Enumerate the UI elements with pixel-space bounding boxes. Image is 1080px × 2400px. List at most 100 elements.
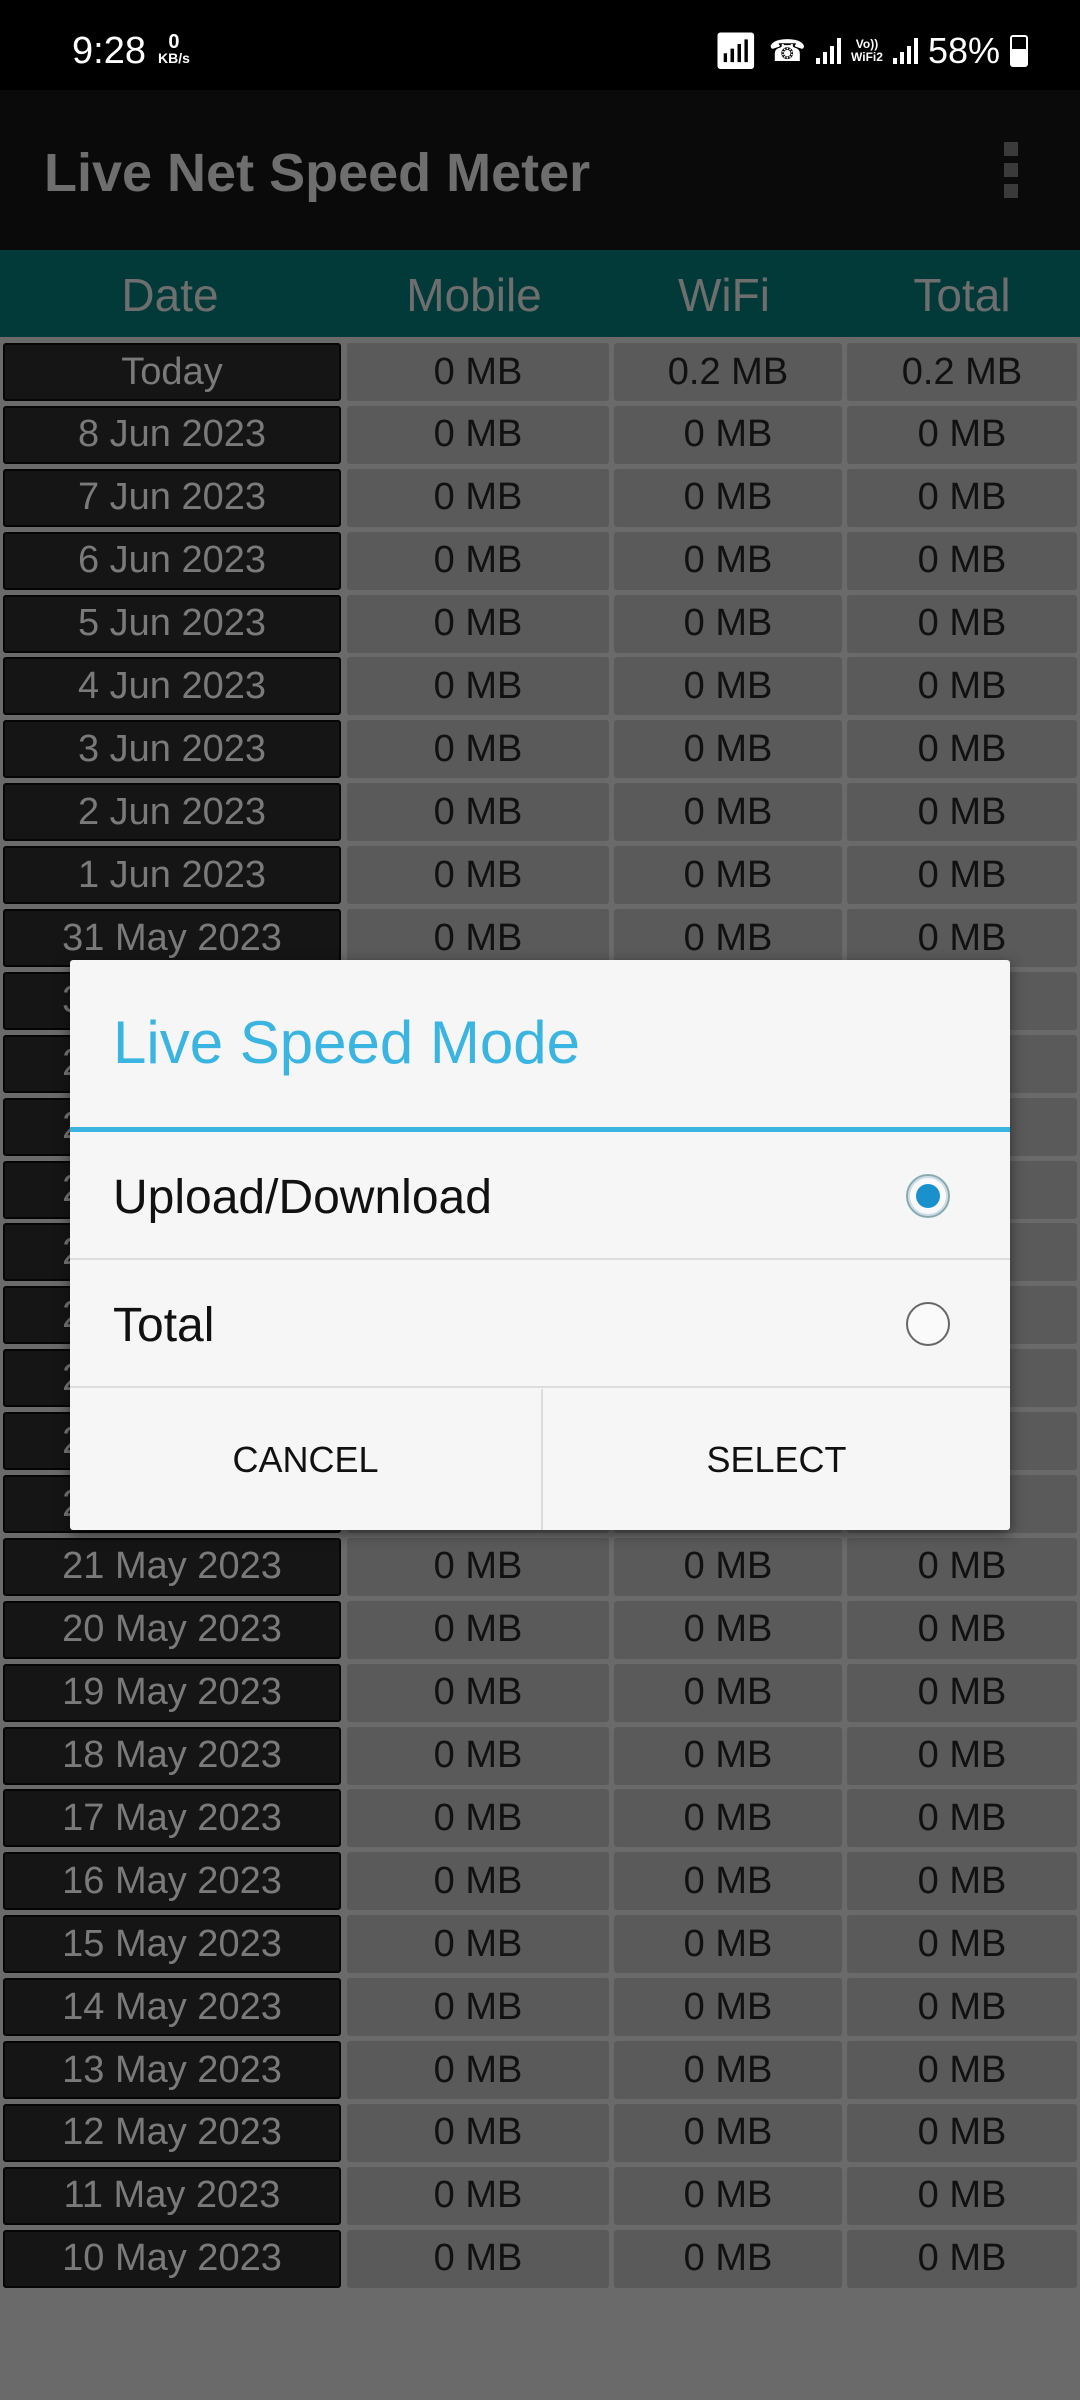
wifi-cell: 0 MB	[614, 2166, 842, 2225]
date-cell[interactable]: 4 Jun 2023	[3, 657, 341, 716]
table-row: 19 May 2023 0 MB 0 MB 0 MB	[0, 1662, 1080, 1725]
date-cell[interactable]: 16 May 2023	[3, 1852, 341, 1911]
app-bar: Live Net Speed Meter	[0, 90, 1080, 250]
wifi-cell: 0 MB	[614, 1915, 842, 1974]
wifi-cell: 0 MB	[614, 468, 842, 527]
live-speed-mode-dialog: Live Speed Mode Upload/Download Total CA…	[70, 960, 1010, 1530]
table-row: 20 May 2023 0 MB 0 MB 0 MB	[0, 1599, 1080, 1662]
signal-2-icon	[892, 38, 918, 64]
table-row: 12 May 2023 0 MB 0 MB 0 MB	[0, 2102, 1080, 2165]
radio-selected[interactable]	[906, 1174, 950, 1218]
battery-icon	[1010, 35, 1028, 67]
total-cell: 0 MB	[847, 405, 1077, 464]
wifi-cell: 0 MB	[614, 657, 842, 716]
date-cell[interactable]: 18 May 2023	[3, 1726, 341, 1785]
total-cell: 0 MB	[847, 2229, 1077, 2288]
wifi-cell: 0 MB	[614, 1663, 842, 1722]
mobile-cell: 0 MB	[347, 2229, 609, 2288]
mobile-cell: 0 MB	[347, 1978, 609, 2037]
table-row: 6 Jun 2023 0 MB 0 MB 0 MB	[0, 530, 1080, 593]
total-cell: 0 MB	[847, 657, 1077, 716]
total-cell: 0 MB	[847, 468, 1077, 527]
table-row: 16 May 2023 0 MB 0 MB 0 MB	[0, 1850, 1080, 1913]
date-cell[interactable]: 1 Jun 2023	[3, 846, 341, 905]
date-cell[interactable]: Today	[3, 343, 341, 401]
wifi-cell: 0 MB	[614, 1726, 842, 1785]
header-mobile: Mobile	[406, 269, 542, 321]
wifi-cell: 0 MB	[614, 1852, 842, 1911]
mobile-cell: 0 MB	[347, 1789, 609, 1848]
total-cell: 0 MB	[847, 1978, 1077, 2037]
wifi-cell: 0 MB	[614, 2041, 842, 2100]
clock: 9:28	[72, 30, 146, 72]
dialog-title: Live Speed Mode	[113, 1009, 580, 1076]
total-cell: 0 MB	[847, 720, 1077, 779]
table-row: 2 Jun 2023 0 MB 0 MB 0 MB	[0, 781, 1080, 844]
header-total: Total	[913, 269, 1011, 321]
total-cell: 0.2 MB	[847, 343, 1077, 401]
mobile-cell: 0 MB	[347, 1663, 609, 1722]
option-total[interactable]: Total	[70, 1260, 1010, 1388]
date-cell[interactable]: 3 Jun 2023	[3, 720, 341, 779]
table-row: 11 May 2023 0 MB 0 MB 0 MB	[0, 2165, 1080, 2228]
date-cell[interactable]: 6 Jun 2023	[3, 531, 341, 590]
date-cell[interactable]: 7 Jun 2023	[3, 468, 341, 527]
wifi-cell: 0 MB	[614, 405, 842, 464]
wifi-cell: 0 MB	[614, 531, 842, 590]
wifi-cell: 0 MB	[614, 1600, 842, 1659]
mobile-cell: 0 MB	[347, 720, 609, 779]
date-cell[interactable]: 12 May 2023	[3, 2103, 341, 2162]
total-cell: 0 MB	[847, 1537, 1077, 1596]
radio-unselected[interactable]	[906, 1302, 950, 1346]
date-cell[interactable]: 11 May 2023	[3, 2166, 341, 2225]
app-title: Live Net Speed Meter	[44, 143, 591, 203]
mobile-cell: 0 MB	[347, 405, 609, 464]
cancel-button[interactable]: CANCEL	[70, 1389, 543, 1530]
header-wifi: WiFi	[678, 269, 770, 321]
option-upload-download[interactable]: Upload/Download	[70, 1132, 1010, 1260]
table-row: Today 0 MB 0.2 MB 0.2 MB	[0, 341, 1080, 404]
total-cell: 0 MB	[847, 2041, 1077, 2100]
date-cell[interactable]: 21 May 2023	[3, 1537, 341, 1596]
wifi-cell: 0 MB	[614, 1978, 842, 2037]
mobile-cell: 0 MB	[347, 594, 609, 653]
date-cell[interactable]: 10 May 2023	[3, 2229, 341, 2288]
total-cell: 0 MB	[847, 1789, 1077, 1848]
table-row: 5 Jun 2023 0 MB 0 MB 0 MB	[0, 593, 1080, 656]
mobile-cell: 0 MB	[347, 2166, 609, 2225]
wifi-cell: 0 MB	[614, 720, 842, 779]
wifi-cell: 0 MB	[614, 909, 842, 968]
table-row: 10 May 2023 0 MB 0 MB 0 MB	[0, 2228, 1080, 2291]
net-speed-indicator: 0 KB/s	[158, 31, 190, 66]
mobile-cell: 0 MB	[347, 657, 609, 716]
net-speed-unit: KB/s	[158, 50, 190, 66]
total-cell: 0 MB	[847, 1915, 1077, 1974]
date-cell[interactable]: 17 May 2023	[3, 1789, 341, 1848]
date-cell[interactable]: 8 Jun 2023	[3, 405, 341, 464]
mobile-cell: 0 MB	[347, 1852, 609, 1911]
option-label: Upload/Download	[113, 1171, 492, 1224]
table-row: 3 Jun 2023 0 MB 0 MB 0 MB	[0, 718, 1080, 781]
mobile-cell: 0 MB	[347, 2103, 609, 2162]
date-cell[interactable]: 19 May 2023	[3, 1663, 341, 1722]
mobile-cell: 0 MB	[347, 1726, 609, 1785]
date-cell[interactable]: 15 May 2023	[3, 1915, 341, 1974]
select-button[interactable]: SELECT	[543, 1389, 1010, 1530]
mobile-cell: 0 MB	[347, 531, 609, 590]
wifi-cell: 0 MB	[614, 2103, 842, 2162]
total-cell: 0 MB	[847, 783, 1077, 842]
date-cell[interactable]: 13 May 2023	[3, 2041, 341, 2100]
total-cell: 0 MB	[847, 846, 1077, 905]
date-cell[interactable]: 20 May 2023	[3, 1600, 341, 1659]
date-cell[interactable]: 14 May 2023	[3, 1978, 341, 2037]
header-date: Date	[121, 269, 219, 321]
net-speed-value: 0	[168, 31, 180, 53]
date-cell[interactable]: 2 Jun 2023	[3, 783, 341, 842]
vowifi-icon: Vo)) WiFi2	[851, 37, 883, 64]
table-row: 7 Jun 2023 0 MB 0 MB 0 MB	[0, 467, 1080, 530]
total-cell: 0 MB	[847, 1726, 1077, 1785]
overflow-menu-icon[interactable]	[1004, 142, 1018, 198]
date-cell[interactable]: 5 Jun 2023	[3, 594, 341, 653]
date-cell[interactable]: 31 May 2023	[3, 909, 341, 968]
wifi-call-icon: ☎	[768, 34, 807, 68]
